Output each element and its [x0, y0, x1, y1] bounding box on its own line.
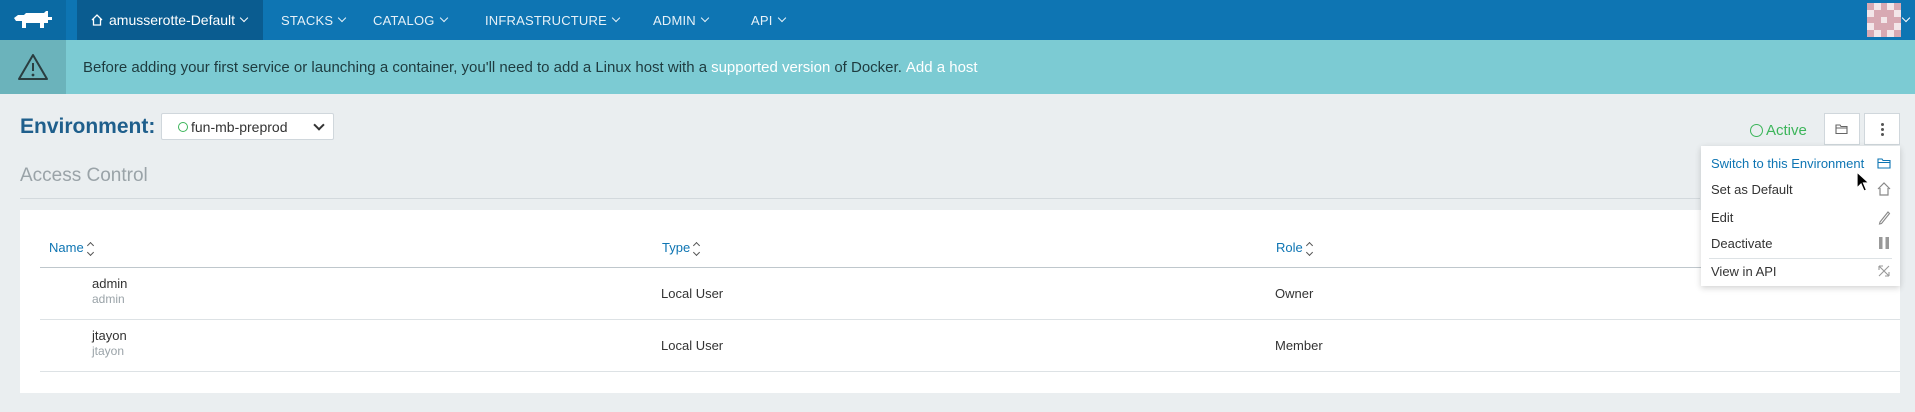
- pause-icon: [1879, 237, 1889, 249]
- nav-api[interactable]: API: [751, 0, 786, 40]
- avatar: [1867, 3, 1901, 37]
- column-header-role[interactable]: Role: [1276, 239, 1313, 257]
- warning-triangle-icon: [18, 54, 48, 80]
- top-nav-bar: amusserotte-Default STACKS CATALOG INFRA…: [0, 0, 1915, 40]
- folder-open-icon: [1877, 158, 1891, 169]
- nav-stacks-label: STACKS: [281, 12, 334, 28]
- environment-switcher[interactable]: amusserotte-Default: [77, 0, 263, 40]
- chevron-down-icon: [239, 13, 249, 23]
- column-header-role-label: Role: [1276, 239, 1303, 255]
- member-name: admin: [92, 276, 128, 291]
- chevron-down-icon: [338, 13, 347, 23]
- sort-icon: [86, 241, 94, 257]
- sort-icon: [693, 241, 701, 257]
- banner-text-before: Before adding your first service or laun…: [83, 58, 708, 76]
- environment-actions-menu: Switch to this Environment Set as Defaul…: [1701, 146, 1900, 286]
- menu-item-set-default[interactable]: Set as Default: [1701, 176, 1900, 202]
- environment-label: Environment:: [20, 115, 156, 138]
- column-header-type[interactable]: Type: [662, 239, 701, 257]
- section-title: Access Control: [20, 165, 148, 186]
- nav-infrastructure[interactable]: INFRASTRUCTURE: [485, 0, 621, 40]
- access-control-table: Name Type Role admin admin Local User Ow…: [20, 210, 1900, 393]
- table-row: jtayon jtayon Local User Member: [40, 320, 1900, 372]
- table-row: admin admin Local User Owner: [40, 268, 1900, 320]
- home-icon: [1877, 182, 1891, 196]
- nav-infrastructure-label: INFRASTRUCTURE: [485, 12, 607, 28]
- nav-api-label: API: [751, 12, 773, 28]
- more-actions-button[interactable]: [1864, 113, 1900, 145]
- status-text: Active: [1766, 122, 1807, 139]
- environment-selected: fun-mb-preprod: [191, 118, 288, 135]
- warning-box: [0, 40, 66, 94]
- member-name: jtayon: [92, 328, 127, 343]
- member-type: Local User: [661, 338, 724, 353]
- menu-item-deactivate[interactable]: Deactivate: [1701, 230, 1900, 256]
- banner-text-after: of Docker.: [834, 58, 902, 76]
- menu-item-label: Set as Default: [1711, 181, 1793, 197]
- chevron-down-icon: [611, 13, 621, 23]
- add-host-link[interactable]: Add a host: [906, 59, 978, 76]
- member-role: Member: [1275, 338, 1323, 353]
- environment-name: amusserotte-Default: [109, 12, 236, 28]
- menu-item-switch-environment[interactable]: Switch to this Environment: [1701, 150, 1900, 176]
- nav-catalog-label: CATALOG: [373, 12, 435, 28]
- member-username: admin: [92, 292, 125, 306]
- member-type: Local User: [661, 286, 724, 301]
- user-menu[interactable]: [1867, 0, 1911, 40]
- column-header-name[interactable]: Name: [49, 239, 94, 257]
- column-header-name-label: Name: [49, 239, 84, 255]
- chevron-down-icon: [313, 119, 325, 131]
- status-ring-icon: [178, 121, 188, 132]
- environment-select[interactable]: fun-mb-preprod: [161, 113, 334, 140]
- status-ring-icon: [1750, 124, 1763, 137]
- add-host-banner: Before adding your first service or laun…: [0, 40, 1915, 94]
- nav-admin-label: ADMIN: [653, 12, 696, 28]
- status-badge: Active: [1750, 122, 1807, 139]
- chevron-down-icon: [439, 13, 448, 23]
- nav-catalog[interactable]: CATALOG: [373, 0, 448, 40]
- banner-message: Before adding your first service or laun…: [83, 40, 978, 94]
- folder-open-icon: [1835, 124, 1848, 135]
- kebab-icon: [1880, 121, 1884, 138]
- chevron-down-icon: [777, 13, 786, 23]
- menu-item-label: Deactivate: [1711, 235, 1773, 251]
- column-header-type-label: Type: [662, 239, 691, 255]
- menu-item-label: View in API: [1711, 263, 1777, 279]
- member-role: Owner: [1275, 286, 1314, 301]
- chevron-down-icon: [1901, 13, 1911, 23]
- sort-icon: [1305, 241, 1313, 257]
- rancher-cow-icon: [14, 11, 52, 28]
- section-divider: [20, 198, 1700, 199]
- nav-stacks[interactable]: STACKS: [281, 0, 347, 40]
- pencil-icon: [1878, 211, 1891, 225]
- mouse-cursor: [1856, 171, 1870, 192]
- external-link-icon: [1878, 265, 1890, 277]
- nav-admin[interactable]: ADMIN: [653, 0, 710, 40]
- rancher-logo[interactable]: [0, 0, 66, 40]
- chevron-down-icon: [700, 13, 710, 23]
- home-icon: [91, 14, 103, 26]
- menu-item-label: Edit: [1711, 209, 1734, 225]
- switch-environment-button[interactable]: [1824, 113, 1860, 145]
- supported-version-link[interactable]: supported version: [711, 59, 830, 76]
- menu-item-edit[interactable]: Edit: [1701, 204, 1900, 230]
- menu-item-label: Switch to this Environment: [1711, 155, 1865, 171]
- member-username: jtayon: [92, 344, 125, 358]
- menu-item-view-api[interactable]: View in API: [1701, 258, 1900, 284]
